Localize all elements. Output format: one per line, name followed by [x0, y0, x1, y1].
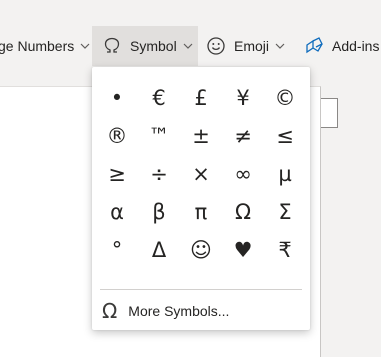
symbol-greater-equal[interactable]: ≥: [96, 155, 138, 193]
symbol-smiley[interactable]: ☺: [180, 231, 222, 269]
smiley-icon: [207, 37, 225, 55]
symbol-pound[interactable]: £: [180, 79, 222, 117]
symbol-label: Symbol: [130, 38, 177, 54]
symbol-not-equal[interactable]: ≠: [222, 117, 264, 155]
symbol-less-equal[interactable]: ≤: [264, 117, 306, 155]
addins-icon: [306, 37, 323, 54]
symbol-bullet[interactable]: •: [96, 79, 138, 117]
emoji-button[interactable]: Emoji: [206, 26, 285, 66]
ribbon: ge Numbers Symbol Emoji Add-ins: [0, 0, 381, 66]
symbol-multiply[interactable]: ×: [180, 155, 222, 193]
omega-icon: Ω: [102, 299, 118, 323]
menu-divider: [100, 289, 302, 290]
side-panel-edge: [321, 98, 338, 128]
symbol-degree[interactable]: °: [96, 231, 138, 269]
symbol-registered[interactable]: ®: [96, 117, 138, 155]
symbol-dropdown: • € £ ¥ © ® ™ ± ≠ ≤ ≥ ÷ × ∞ µ α β π Ω Σ …: [92, 67, 310, 330]
symbol-infinity[interactable]: ∞: [222, 155, 264, 193]
symbol-divide[interactable]: ÷: [138, 155, 180, 193]
addins-label: Add-ins: [332, 38, 380, 54]
chevron-down-icon: [183, 43, 193, 49]
symbol-plus-minus[interactable]: ±: [180, 117, 222, 155]
chevron-down-icon: [80, 43, 90, 49]
symbol-heart[interactable]: ♥: [222, 231, 264, 269]
symbol-copyright[interactable]: ©: [264, 79, 306, 117]
symbol-beta[interactable]: β: [138, 193, 180, 231]
page-numbers-button[interactable]: ge Numbers: [0, 26, 90, 66]
page-numbers-label: ge Numbers: [0, 38, 75, 54]
symbol-pi[interactable]: π: [180, 193, 222, 231]
symbol-button[interactable]: Symbol: [92, 26, 198, 66]
symbol-alpha[interactable]: α: [96, 193, 138, 231]
emoji-label: Emoji: [234, 38, 270, 54]
more-symbols-label: More Symbols...: [128, 303, 230, 319]
symbol-rupee[interactable]: ₹: [264, 231, 306, 269]
addins-button[interactable]: Add-ins: [304, 26, 379, 66]
symbol-sigma[interactable]: Σ: [264, 193, 306, 231]
symbol-omega[interactable]: Ω: [222, 193, 264, 231]
symbol-grid: • € £ ¥ © ® ™ ± ≠ ≤ ≥ ÷ × ∞ µ α β π Ω Σ …: [96, 79, 306, 269]
symbol-trademark[interactable]: ™: [138, 117, 180, 155]
symbol-delta[interactable]: Δ: [138, 231, 180, 269]
omega-icon: [104, 37, 120, 53]
symbol-yen[interactable]: ¥: [222, 79, 264, 117]
symbol-micro[interactable]: µ: [264, 155, 306, 193]
chevron-down-icon: [275, 43, 285, 49]
symbol-euro[interactable]: €: [138, 79, 180, 117]
more-symbols-button[interactable]: Ω More Symbols...: [102, 298, 229, 324]
